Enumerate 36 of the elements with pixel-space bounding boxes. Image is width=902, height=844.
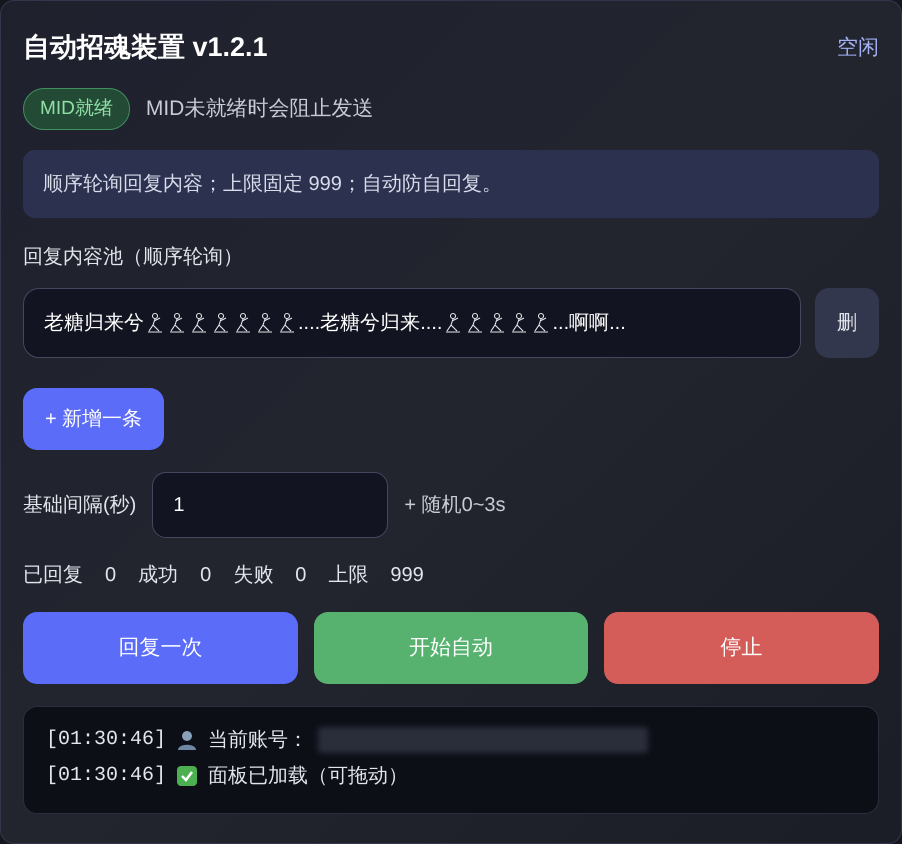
stat-label: 上限	[328, 563, 368, 588]
interval-field[interactable]: 1	[152, 472, 388, 538]
stat-value: 0	[295, 563, 306, 588]
stat-value: 0	[105, 563, 116, 588]
figure-icon	[233, 311, 253, 335]
info-banner: 顺序轮询回复内容；上限固定 999；自动防自回复。	[23, 150, 879, 218]
log-time: [01:30:46]	[46, 763, 166, 789]
pool-label: 回复内容池（顺序轮询）	[23, 245, 244, 270]
action-button[interactable]: 开始自动	[314, 612, 588, 684]
figure-icon	[145, 311, 165, 335]
action-button[interactable]: 停止	[604, 612, 879, 684]
stat-label: 成功	[138, 563, 178, 588]
log-message: 面板已加载（可拖动）	[208, 764, 408, 789]
figure-icon	[167, 311, 187, 335]
stat-value: 999	[390, 563, 424, 588]
figure-icon	[255, 311, 275, 335]
stat-value: 0	[200, 563, 212, 588]
mid-note: MID未就绪时会阻止发送	[146, 96, 374, 122]
user-icon	[176, 729, 198, 751]
delete-button[interactable]: 删	[815, 288, 879, 358]
status-label: 空闲	[837, 34, 879, 60]
panel-title: 自动招魂装置 v1.2.1	[23, 31, 268, 64]
interval-label: 基础间隔(秒)	[23, 493, 136, 518]
figure-icon	[277, 311, 297, 335]
checkmark-icon	[176, 765, 198, 787]
log-time: [01:30:46]	[46, 727, 166, 753]
stat-label: 已回复	[23, 563, 83, 588]
figure-icon	[211, 311, 231, 335]
random-delay-note: + 随机0~3s	[404, 493, 506, 518]
add-item-button[interactable]: + 新增一条	[23, 388, 164, 450]
reply-content-field[interactable]: 老糖归来兮 ....老糖兮归来.... ...啊啊...	[23, 288, 801, 358]
action-button[interactable]: 回复一次	[23, 612, 298, 684]
stat-label: 失败	[233, 563, 274, 588]
figure-icon	[189, 311, 209, 335]
mid-status-badge: MID就绪	[23, 88, 130, 130]
log-message: 当前账号：	[208, 728, 308, 753]
